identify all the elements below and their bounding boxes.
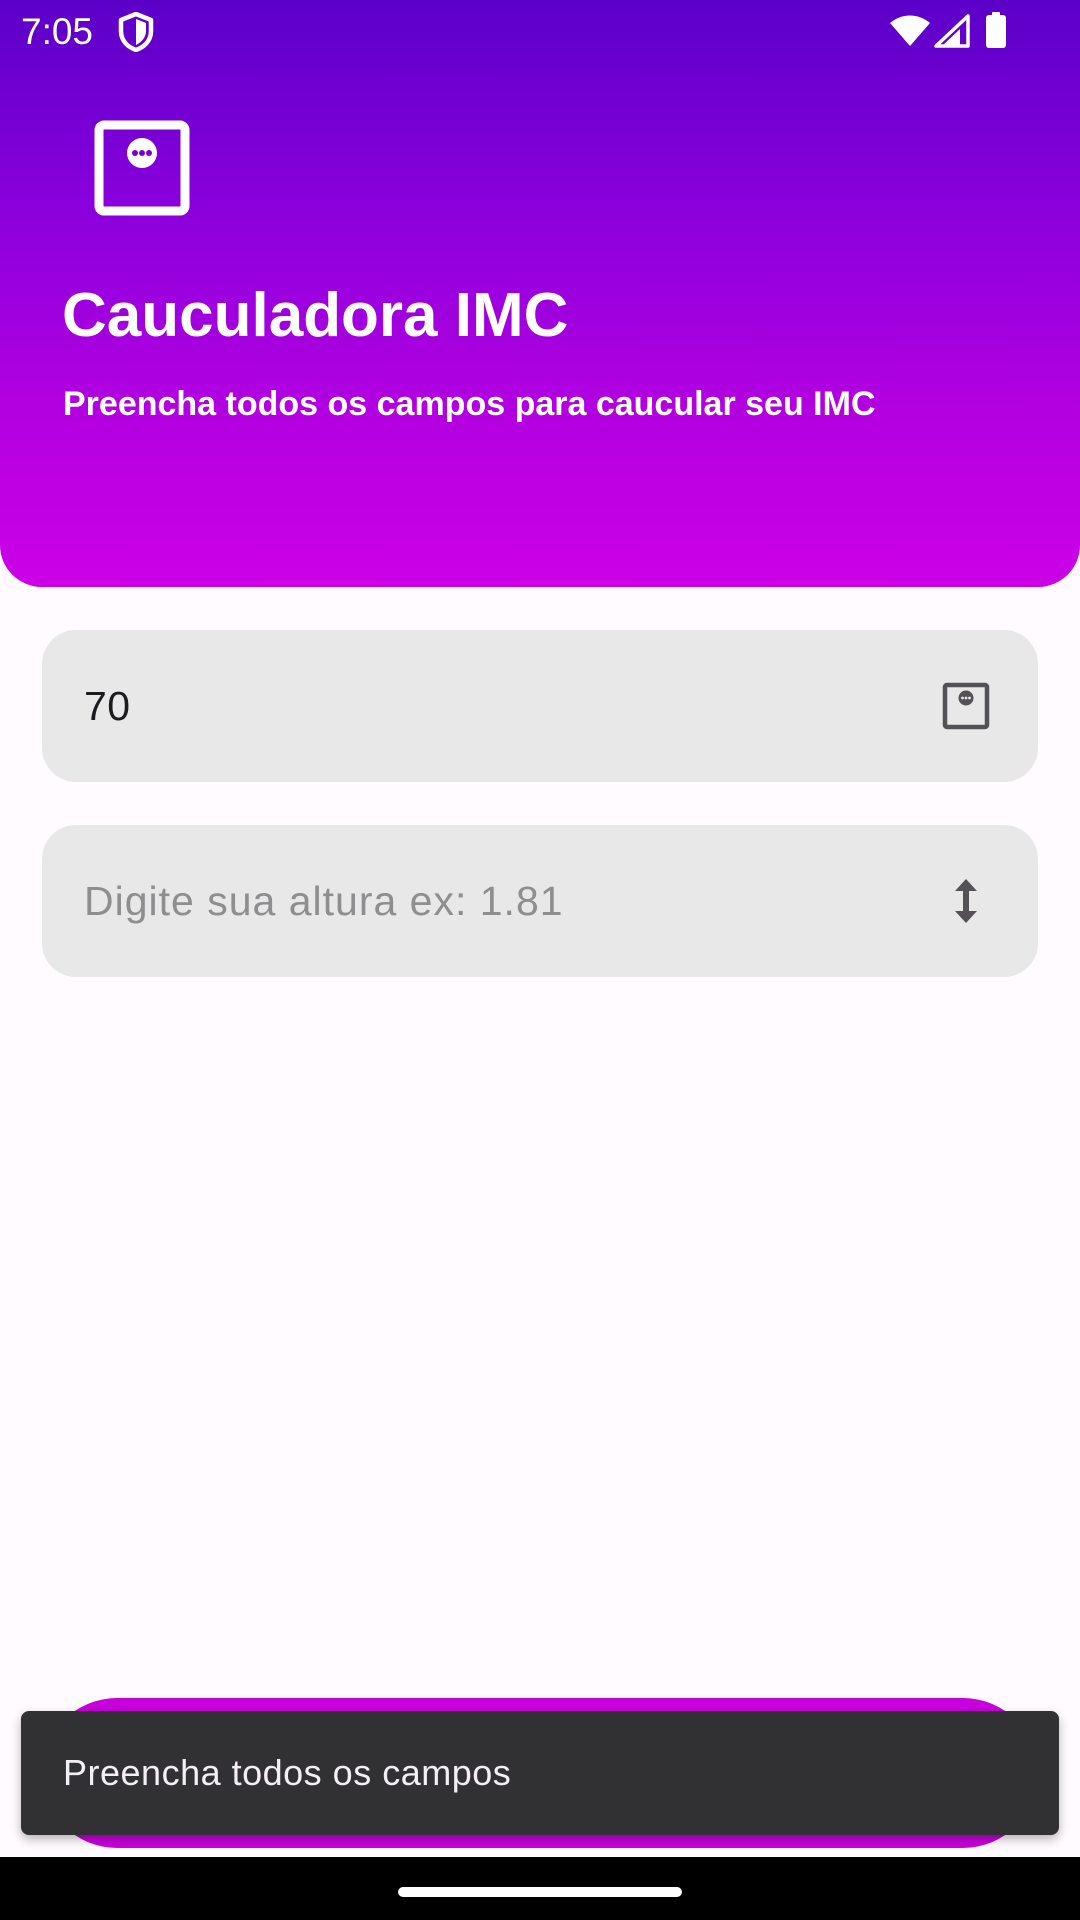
page-title: Cauculadora IMC <box>62 281 569 350</box>
height-field[interactable] <box>42 825 1038 977</box>
wifi-icon <box>890 15 930 46</box>
battery-icon <box>986 12 1006 48</box>
snackbar: Preencha todos os campos <box>21 1711 1059 1835</box>
page-subtitle: Preencha todos os campos para caucular s… <box>63 385 876 423</box>
header-banner: 7:05 Cauculadora IMC Preencha todos os c… <box>0 0 1080 587</box>
weight-field[interactable] <box>42 630 1038 782</box>
home-gesture-handle[interactable] <box>398 1887 682 1897</box>
signal-icon <box>934 14 970 48</box>
navigation-bar <box>0 1857 1080 1920</box>
scale-icon <box>94 120 190 216</box>
weight-input[interactable] <box>84 630 904 782</box>
height-input[interactable] <box>84 825 904 977</box>
status-time: 7:05 <box>21 11 94 52</box>
scale-icon <box>942 682 990 730</box>
vertical-arrows-icon <box>955 879 977 923</box>
snackbar-message: Preencha todos os campos <box>63 1752 512 1793</box>
shield-icon <box>118 12 154 52</box>
